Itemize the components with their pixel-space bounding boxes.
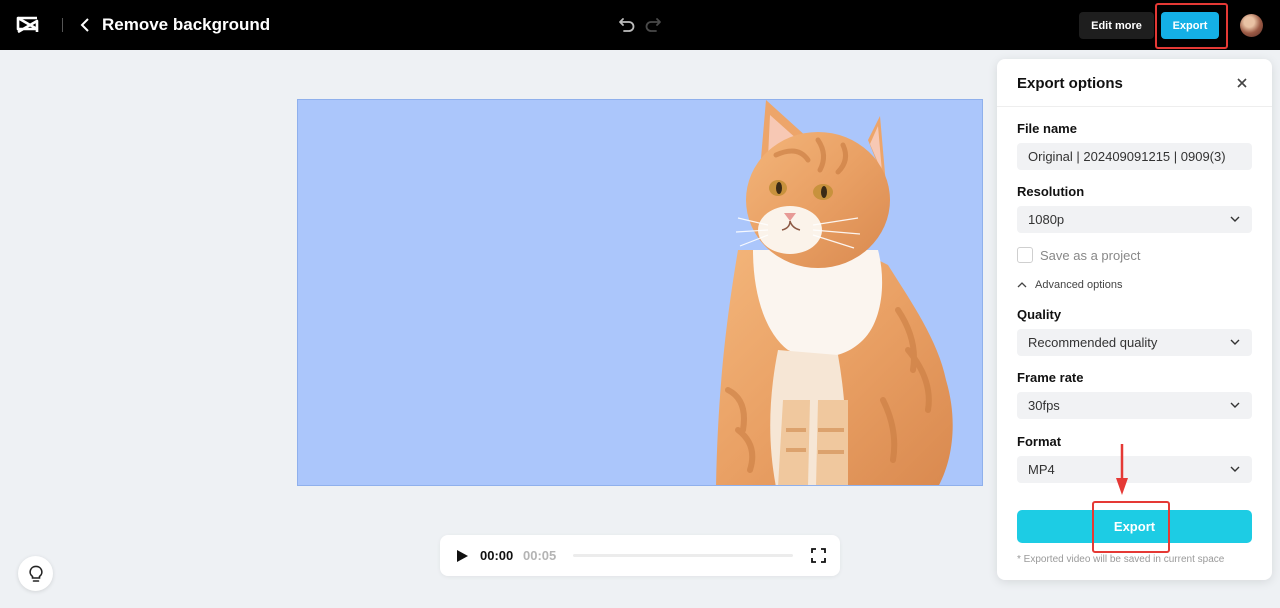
resolution-label: Resolution <box>1017 184 1085 199</box>
file-name-input[interactable] <box>1017 143 1252 170</box>
chevron-down-icon <box>1230 216 1240 222</box>
undo-icon[interactable] <box>617 14 637 34</box>
header-divider <box>62 18 63 32</box>
cat-image <box>716 100 953 485</box>
format-value: MP4 <box>1028 462 1055 477</box>
play-icon[interactable] <box>456 549 469 563</box>
video-canvas <box>297 99 983 486</box>
top-bar: Remove background Edit more Export <box>0 0 1280 50</box>
frame-rate-select[interactable]: 30fps <box>1017 392 1252 419</box>
chevron-left-icon <box>80 18 89 32</box>
advanced-options-label: Advanced options <box>1035 279 1123 291</box>
chevron-down-icon <box>1230 339 1240 345</box>
chevron-down-icon <box>1230 402 1240 408</box>
total-time: 00:05 <box>523 548 557 563</box>
export-note: * Exported video will be saved in curren… <box>1017 554 1225 565</box>
frame-rate-value: 30fps <box>1028 398 1060 413</box>
back-button[interactable] <box>76 15 94 35</box>
capcut-logo-icon[interactable] <box>16 13 40 37</box>
quality-select[interactable]: Recommended quality <box>1017 329 1252 356</box>
panel-title: Export options <box>1017 75 1123 92</box>
progress-track[interactable] <box>573 554 793 557</box>
chevron-up-icon <box>1017 282 1027 288</box>
resolution-value: 1080p <box>1028 212 1065 227</box>
quality-value: Recommended quality <box>1028 335 1158 350</box>
save-as-project-checkbox[interactable] <box>1017 247 1033 263</box>
advanced-options-toggle[interactable]: Advanced options <box>1017 279 1122 291</box>
chevron-down-icon <box>1230 466 1240 472</box>
lightbulb-icon <box>28 565 43 582</box>
current-time: 00:00 <box>480 548 514 563</box>
video-player-controls: 00:00 00:05 <box>440 535 840 576</box>
arrow-down-icon <box>1116 444 1128 495</box>
file-name-label: File name <box>1017 121 1077 136</box>
panel-header: Export options <box>997 59 1272 107</box>
close-icon[interactable] <box>1235 76 1249 90</box>
resolution-select[interactable]: 1080p <box>1017 206 1252 233</box>
page-title: Remove background <box>102 15 271 34</box>
format-select[interactable]: MP4 <box>1017 456 1252 483</box>
export-options-panel: Export options File name Resolution 1080… <box>997 59 1272 580</box>
format-label: Format <box>1017 434 1062 449</box>
export-button-top[interactable]: Export <box>1161 12 1219 39</box>
tips-button[interactable] <box>18 556 53 591</box>
export-button[interactable]: Export <box>1017 510 1252 543</box>
avatar[interactable] <box>1240 14 1263 37</box>
redo-icon[interactable] <box>643 14 663 34</box>
frame-rate-label: Frame rate <box>1017 370 1084 385</box>
edit-more-button[interactable]: Edit more <box>1079 12 1154 39</box>
fullscreen-icon[interactable] <box>811 548 826 563</box>
quality-label: Quality <box>1017 307 1062 322</box>
save-as-project-label: Save as a project <box>1040 248 1141 263</box>
